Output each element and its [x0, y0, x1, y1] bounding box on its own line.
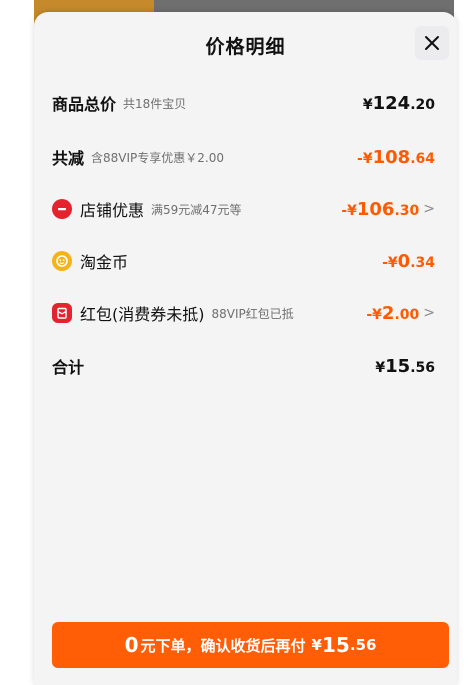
currency-symbol: -¥ — [341, 202, 357, 219]
shop-discount-icon — [52, 199, 72, 219]
amount-integer: 2 — [381, 302, 395, 324]
price-detail-sheet: 价格明细 商品总价 共18件宝贝 ¥ 124 .20 共减 含88VIP专享优惠… — [34, 12, 457, 685]
row-shop-discount[interactable]: 店铺优惠 满59元减47元等 -¥ 106 .30 > — [52, 194, 435, 224]
amount-decimal: .20 — [410, 96, 435, 113]
row-label: 共减 — [52, 149, 85, 168]
row-sub: 共18件宝贝 — [123, 96, 187, 111]
row-label: 淘金币 — [80, 253, 129, 272]
row-item-total: 商品总价 共18件宝贝 ¥ 124 .20 — [52, 88, 435, 118]
close-button[interactable] — [415, 26, 449, 60]
row-amount: -¥ 0 .34 — [382, 251, 435, 272]
amount-integer: 108 — [372, 146, 411, 168]
currency-symbol: -¥ — [366, 306, 382, 323]
row-amount: -¥ 108 .64 — [357, 147, 435, 168]
row-taojinbi: 淘金币 -¥ 0 .34 — [52, 246, 435, 276]
currency-symbol: -¥ — [357, 150, 373, 167]
chevron-right-icon: > — [423, 305, 435, 321]
row-sub: 88VIP红包已抵 — [211, 306, 294, 321]
close-icon — [425, 36, 439, 50]
row-red-envelope[interactable]: 红包(消费券未抵) 88VIP红包已抵 -¥ 2 .00 > — [52, 298, 435, 328]
row-label: 商品总价 — [52, 95, 117, 114]
row-amount: -¥ 106 .30 > — [341, 199, 435, 220]
coin-icon — [52, 251, 72, 271]
row-label: 红包(消费券未抵) — [80, 305, 205, 324]
amount-decimal: .30 — [394, 202, 420, 219]
cta-prepay-amount: 0 — [124, 633, 139, 657]
amount-integer: 106 — [356, 198, 395, 220]
cta-amount-decimal: .56 — [349, 636, 377, 654]
currency-symbol: ¥ — [362, 96, 373, 113]
currency-symbol: -¥ — [382, 254, 398, 271]
amount-integer: 15 — [385, 355, 411, 377]
cta-amount-integer: 15 — [321, 633, 350, 657]
row-amount: -¥ 2 .00 > — [366, 303, 435, 324]
row-amount: ¥ 124 .20 — [363, 93, 435, 114]
row-label: 店铺优惠 — [80, 201, 145, 220]
red-envelope-icon — [52, 303, 72, 323]
row-label: 合计 — [52, 358, 85, 377]
amount-integer: 0 — [397, 250, 411, 272]
chevron-right-icon: > — [423, 201, 435, 217]
cta-currency: ¥ — [311, 636, 322, 654]
sheet-title: 价格明细 — [205, 36, 286, 58]
amount-decimal: .34 — [410, 254, 435, 271]
amount-decimal: .00 — [394, 306, 420, 323]
row-grand-total: 合计 ¥ 15 .56 — [52, 351, 435, 381]
place-order-button[interactable]: 0 元下单，确认收货后再付 ¥ 15 .56 — [52, 622, 449, 668]
cta-text: 元下单，确认收货后再付 — [140, 636, 306, 655]
amount-decimal: .56 — [410, 359, 435, 376]
currency-symbol: ¥ — [375, 359, 386, 376]
row-total-discount: 共减 含88VIP专享优惠￥2.00 -¥ 108 .64 — [52, 142, 435, 172]
row-sub: 满59元减47元等 — [151, 202, 242, 217]
row-amount: ¥ 15 .56 — [375, 356, 435, 377]
amount-integer: 124 — [372, 92, 411, 114]
amount-decimal: .64 — [410, 150, 435, 167]
row-sub: 含88VIP专享优惠￥2.00 — [91, 150, 224, 165]
